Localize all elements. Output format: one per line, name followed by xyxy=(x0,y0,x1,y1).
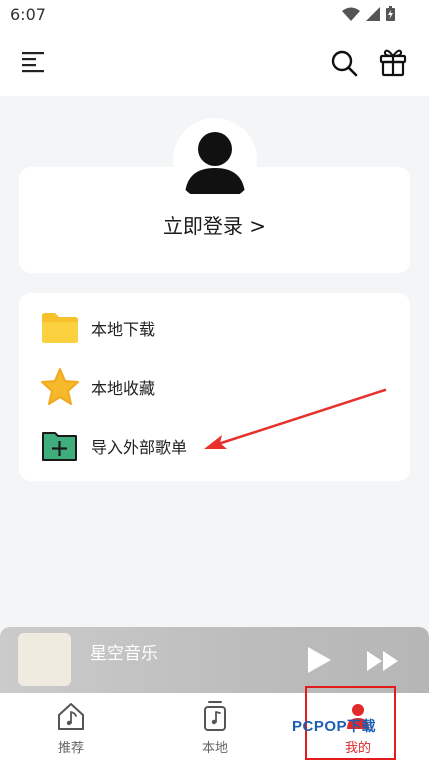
play-icon[interactable] xyxy=(304,645,334,675)
login-link[interactable]: 立即登录 > xyxy=(19,210,410,239)
menu-item-label: 导入外部歌单 xyxy=(91,438,188,457)
gift-icon[interactable] xyxy=(378,47,408,77)
watermark-brand: PCPOP xyxy=(292,718,348,735)
tab-recommend[interactable]: 推荐 xyxy=(31,701,111,756)
folder-icon xyxy=(42,313,78,343)
folder-plus-icon xyxy=(42,432,77,461)
fast-forward-icon[interactable] xyxy=(365,649,401,673)
menu-item-local-downloads[interactable]: 本地下载 xyxy=(39,308,155,348)
star-icon xyxy=(41,368,79,405)
battery-icon xyxy=(386,6,395,21)
top-bar xyxy=(0,30,429,96)
menu-item-label: 本地下载 xyxy=(91,320,156,339)
album-cover[interactable] xyxy=(18,633,71,686)
search-icon[interactable] xyxy=(330,49,358,77)
avatar[interactable] xyxy=(173,118,257,202)
menu-item-import-playlist[interactable]: 导入外部歌单 xyxy=(39,426,187,466)
status-bar: 6:07 xyxy=(0,0,429,30)
annotation-arrow-icon xyxy=(204,388,387,449)
tab-local[interactable]: 本地 xyxy=(175,701,255,756)
home-icon xyxy=(58,703,84,730)
status-time: 6:07 xyxy=(10,5,46,24)
tab-label: 本地 xyxy=(201,741,228,756)
menu-lines-icon[interactable] xyxy=(20,50,48,74)
song-title: 星空音乐 xyxy=(90,644,158,664)
signal-icon xyxy=(366,6,380,21)
menu-item-local-favorites[interactable]: 本地收藏 xyxy=(39,367,155,407)
watermark-logo: PCPOP下载 xyxy=(292,716,376,736)
status-icons xyxy=(342,6,395,21)
music-note-icon xyxy=(204,701,226,731)
watermark-suffix: 下载 xyxy=(347,718,377,734)
person-silhouette-icon xyxy=(185,132,245,194)
menu-item-label: 本地收藏 xyxy=(91,379,156,398)
wifi-icon xyxy=(342,7,360,21)
mini-player[interactable]: 星空音乐 xyxy=(0,627,429,693)
tab-label: 推荐 xyxy=(57,741,84,756)
